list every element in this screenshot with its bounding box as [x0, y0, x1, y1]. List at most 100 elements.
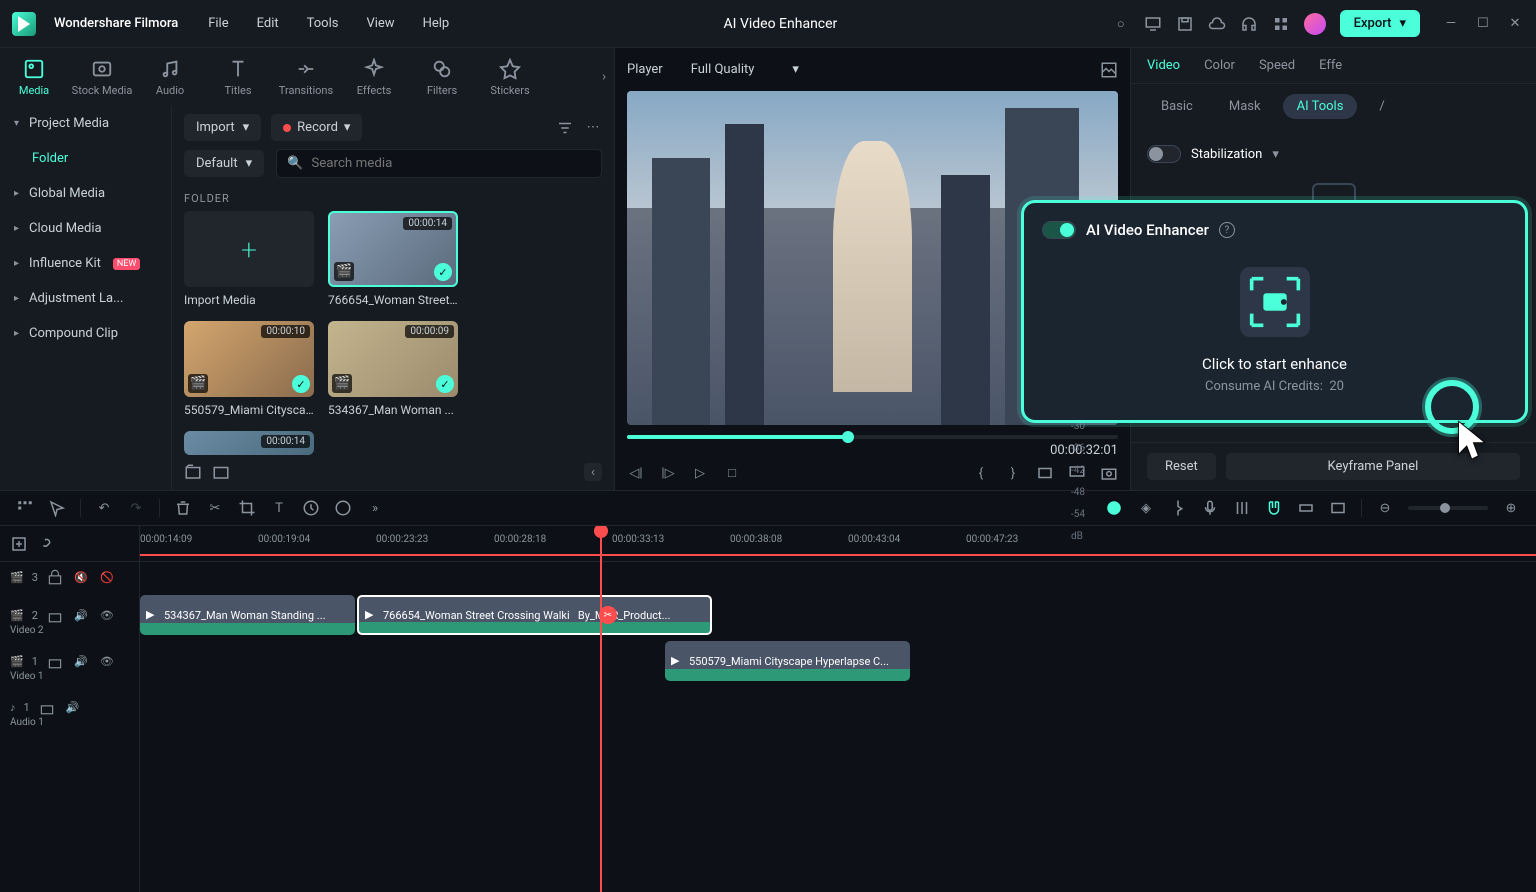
subtab-ai-tools[interactable]: AI Tools [1283, 94, 1358, 119]
grid-icon[interactable] [16, 499, 34, 517]
zoom-handle[interactable] [1440, 503, 1450, 513]
delete-icon[interactable] [174, 499, 192, 517]
zoom-slider[interactable] [1408, 506, 1488, 510]
play-icon[interactable]: ▷ [691, 464, 709, 482]
thumb-card[interactable]: 00:00:10🎬✓550579_Miami Citysca... [184, 321, 314, 417]
next-frame-icon[interactable]: |▷ [659, 464, 677, 482]
menu-tools[interactable]: Tools [307, 16, 339, 31]
zoom-in-icon[interactable]: ⊕ [1502, 499, 1520, 517]
subtab-more[interactable]: / [1365, 94, 1398, 119]
frame-icon[interactable] [1329, 499, 1347, 517]
folder-icon[interactable] [212, 463, 230, 481]
more-tools-icon[interactable]: » [366, 499, 384, 517]
tab-effects[interactable]: Effects [340, 58, 408, 97]
brace-left-icon[interactable]: { [972, 464, 990, 482]
sidebar-project-media[interactable]: Project Media [0, 106, 171, 141]
lock-icon[interactable] [46, 568, 64, 586]
tab-speed[interactable]: Speed [1259, 58, 1295, 83]
video-track-1[interactable]: ▶550579_Miami Cityscape Hyperlapse C... [140, 638, 1536, 684]
sidebar-global-media[interactable]: Global Media [0, 176, 171, 211]
ai-icon[interactable] [1105, 499, 1123, 517]
tab-titles[interactable]: Titles [204, 58, 272, 97]
menu-help[interactable]: Help [423, 16, 450, 31]
tab-filters[interactable]: Filters [408, 58, 476, 97]
tab-stock[interactable]: Stock Media [68, 58, 136, 97]
monitor-icon[interactable] [1144, 15, 1162, 33]
add-track-icon[interactable] [10, 535, 28, 553]
mic-icon[interactable] [1201, 499, 1219, 517]
eye-icon[interactable]: 👁 [98, 606, 116, 624]
folder-new-icon[interactable] [184, 463, 202, 481]
tab-stickers[interactable]: Stickers [476, 58, 544, 97]
brace-right-icon[interactable]: } [1004, 464, 1022, 482]
quality-dropdown[interactable]: Full Quality▾ [679, 56, 811, 83]
tabs-next-icon[interactable]: › [602, 70, 606, 85]
minimize-icon[interactable]: — [1442, 15, 1460, 33]
playhead[interactable] [600, 526, 602, 892]
keyframe-icon[interactable]: ◈ [1137, 499, 1155, 517]
volume-icon[interactable]: 🔊 [64, 698, 82, 716]
split-icon[interactable]: ✂ [206, 499, 224, 517]
crop-icon[interactable] [238, 499, 256, 517]
tab-effects-props[interactable]: Effe [1319, 58, 1342, 83]
hide-icon[interactable]: 🚫 [98, 568, 116, 586]
eye-icon[interactable]: 👁 [98, 652, 116, 670]
progress-handle[interactable] [842, 431, 854, 443]
lock-icon[interactable] [38, 698, 56, 716]
zoom-out-icon[interactable]: ⊖ [1376, 499, 1394, 517]
thumb-card[interactable]: 00:00:09🎬✓534367_Man Woman ... [328, 321, 458, 417]
ratio-icon[interactable] [1036, 464, 1054, 482]
snapshot-icon[interactable] [1100, 464, 1118, 482]
tab-audio[interactable]: Audio [136, 58, 204, 97]
magnet-icon[interactable] [1265, 499, 1283, 517]
sidebar-adjustment[interactable]: Adjustment La... [0, 281, 171, 316]
mixer-icon[interactable] [1233, 499, 1251, 517]
link-option-icon[interactable] [36, 535, 54, 553]
reset-button[interactable]: Reset [1147, 453, 1216, 480]
subtab-basic[interactable]: Basic [1147, 94, 1207, 119]
timeline-ruler[interactable]: 00:00:14:09 00:00:19:04 00:00:23:23 00:0… [140, 526, 1536, 562]
filter-icon[interactable] [556, 119, 574, 137]
menu-file[interactable]: File [208, 16, 228, 31]
search-box[interactable]: 🔍 [276, 149, 602, 178]
lock-icon[interactable] [46, 606, 64, 624]
circle-icon[interactable]: ○ [1112, 15, 1130, 33]
audio-track-1[interactable] [140, 684, 1536, 730]
text-icon[interactable]: T [270, 499, 288, 517]
subtab-mask[interactable]: Mask [1215, 94, 1275, 119]
search-input[interactable] [311, 156, 591, 171]
image-icon[interactable] [1100, 61, 1118, 79]
headphones-icon[interactable] [1240, 15, 1258, 33]
avatar[interactable] [1304, 13, 1326, 35]
lock-icon[interactable] [46, 652, 64, 670]
help-icon[interactable]: ? [1219, 222, 1235, 238]
prev-frame-icon[interactable]: ◁| [627, 464, 645, 482]
cursor-icon[interactable] [48, 499, 66, 517]
import-dropdown[interactable]: Import▾ [184, 114, 261, 141]
clip[interactable]: ▶550579_Miami Cityscape Hyperlapse C... [665, 641, 910, 681]
thumb-card[interactable]: 00:00:14 [184, 431, 314, 455]
marker-icon[interactable] [1169, 499, 1187, 517]
color-icon[interactable] [334, 499, 352, 517]
sidebar-folder[interactable]: Folder [0, 141, 171, 176]
sidebar-compound[interactable]: Compound Clip [0, 316, 171, 351]
menu-view[interactable]: View [366, 16, 394, 31]
cloud-icon[interactable] [1208, 15, 1226, 33]
tab-media[interactable]: Media [0, 58, 68, 97]
clip-selected[interactable]: ▶766654_Woman Street Crossing Walki By_M… [357, 595, 712, 635]
sidebar-influence-kit[interactable]: Influence KitNEW [0, 246, 171, 281]
tab-video-props[interactable]: Video [1147, 58, 1180, 83]
maximize-icon[interactable]: ☐ [1474, 15, 1492, 33]
speed-icon[interactable] [302, 499, 320, 517]
enhance-icon[interactable] [1240, 267, 1310, 337]
undo-icon[interactable]: ↶ [95, 499, 113, 517]
redo-icon[interactable]: ↷ [127, 499, 145, 517]
import-card[interactable]: +Import Media [184, 211, 314, 307]
more-icon[interactable]: ⋯ [584, 119, 602, 137]
volume-icon[interactable]: 🔊 [72, 606, 90, 624]
clip[interactable]: ▶534367_Man Woman Standing ... [140, 595, 355, 635]
collapse-icon[interactable]: ‹ [584, 463, 602, 481]
export-button[interactable]: Export▾ [1340, 10, 1420, 37]
tab-transitions[interactable]: Transitions [272, 58, 340, 97]
video-track-2[interactable]: ▶534367_Man Woman Standing ... ▶766654_W… [140, 592, 1536, 638]
